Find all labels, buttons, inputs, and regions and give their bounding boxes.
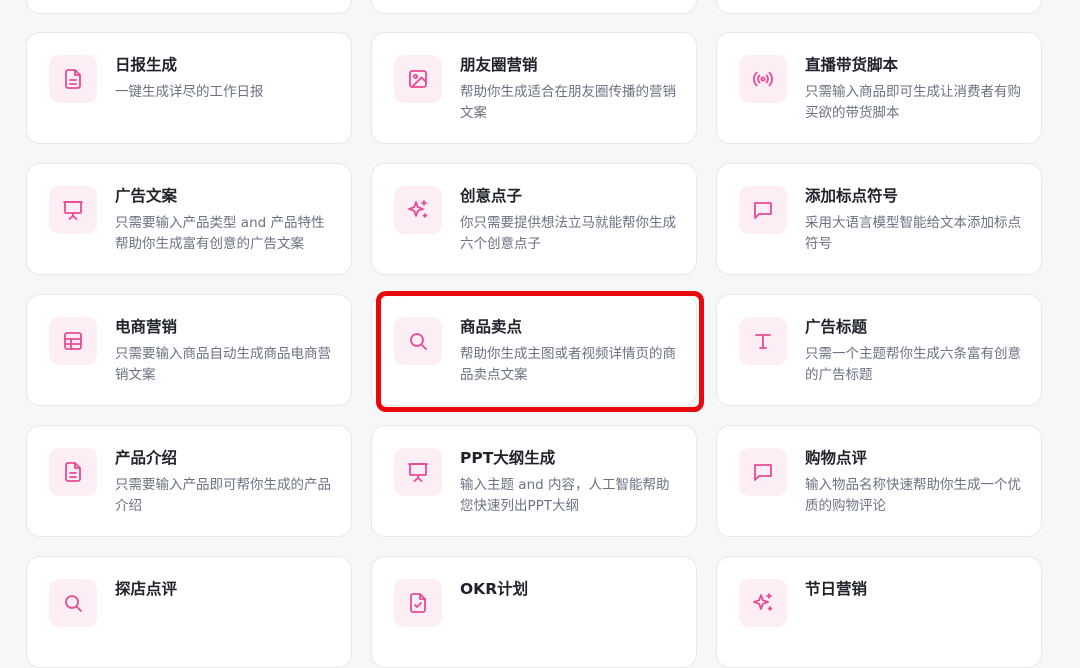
- card-description: 只需要输入产品类型 and 产品特性帮助你生成富有创意的广告文案: [115, 215, 325, 252]
- card-okr-plan[interactable]: OKR计划: [371, 556, 697, 668]
- card-title: 商品卖点: [460, 318, 523, 336]
- card-product-selling-points[interactable]: 商品卖点 帮助你生成主图或者视频详情页的商品卖点文案: [371, 294, 697, 406]
- presentation-icon: [394, 448, 442, 496]
- card-title: 探店点评: [115, 580, 178, 598]
- card-description: 输入主题 and 内容，人工智能帮助您快速列出PPT大纲: [460, 477, 670, 514]
- grid-icon: [49, 317, 97, 365]
- message-icon: [739, 186, 787, 234]
- card-shopping-review[interactable]: 购物点评 输入物品名称快速帮助你生成一个优质的购物评论: [716, 425, 1042, 537]
- card-ad-title[interactable]: 广告标题 只需一个主题帮你生成六条富有创意的广告标题: [716, 294, 1042, 406]
- card-holiday-marketing[interactable]: 节日营销: [716, 556, 1042, 668]
- card-description: 输入物品名称快速帮助你生成一个优质的购物评论: [805, 477, 1021, 514]
- card-title: 朋友圈营销: [460, 56, 538, 74]
- card-ecommerce-marketing[interactable]: 电商营销 只需要输入商品自动生成商品电商营销文案: [26, 294, 352, 406]
- card-livestream-script[interactable]: 直播带货脚本 只需输入商品即可生成让消费者有购买欲的带货脚本: [716, 32, 1042, 144]
- search-icon: [394, 317, 442, 365]
- card-description: 只需输入商品即可生成让消费者有购买欲的带货脚本: [805, 84, 1021, 121]
- card-daily-report[interactable]: 日报生成 一键生成详尽的工作日报: [26, 32, 352, 144]
- card-title: 广告标题: [805, 318, 868, 336]
- card-title: OKR计划: [460, 580, 529, 598]
- card-add-punctuation[interactable]: 添加标点符号 采用大语言模型智能给文本添加标点符号: [716, 163, 1042, 275]
- card-title: 直播带货脚本: [805, 56, 899, 74]
- card-product-intro[interactable]: 产品介绍 只需要输入产品即可帮你生成的产品介绍: [26, 425, 352, 537]
- card-title: 电商营销: [115, 318, 178, 336]
- card-ad-copy[interactable]: 广告文案 只需要输入产品类型 and 产品特性帮助你生成富有创意的广告文案: [26, 163, 352, 275]
- card-title: 添加标点符号: [805, 187, 899, 205]
- card-description: 帮助你生成主图或者视频详情页的商品卖点文案: [460, 346, 676, 383]
- card-store-review[interactable]: 探店点评: [26, 556, 352, 668]
- card-partial[interactable]: [371, 0, 697, 14]
- checklist-icon: [394, 579, 442, 627]
- card-title: 节日营销: [805, 580, 868, 598]
- card-description: 只需要输入商品自动生成商品电商营销文案: [115, 346, 331, 383]
- document-icon: [49, 55, 97, 103]
- card-title: 日报生成: [115, 56, 178, 74]
- card-description: 你只需要提供想法立马就能帮你生成六个创意点子: [460, 215, 676, 252]
- card-description: 一键生成详尽的工作日报: [115, 84, 264, 100]
- card-title: PPT大纲生成: [460, 449, 556, 467]
- sparkles-icon: [739, 579, 787, 627]
- card-title: 广告文案: [115, 187, 178, 205]
- card-title: 购物点评: [805, 449, 868, 467]
- card-partial[interactable]: [716, 0, 1042, 14]
- card-description: 只需一个主题帮你生成六条富有创意的广告标题: [805, 346, 1021, 383]
- card-moments-marketing[interactable]: 朋友圈营销 帮助你生成适合在朋友圈传播的营销文案: [371, 32, 697, 144]
- card-ppt-outline[interactable]: PPT大纲生成 输入主题 and 内容，人工智能帮助您快速列出PPT大纲: [371, 425, 697, 537]
- card-creative-ideas[interactable]: 创意点子 你只需要提供想法立马就能帮你生成六个创意点子: [371, 163, 697, 275]
- card-description: 只需要输入产品即可帮你生成的产品介绍: [115, 477, 331, 514]
- card-title: 产品介绍: [115, 449, 178, 467]
- presentation-icon: [49, 186, 97, 234]
- broadcast-icon: [739, 55, 787, 103]
- card-description: 采用大语言模型智能给文本添加标点符号: [805, 215, 1021, 252]
- type-icon: [739, 317, 787, 365]
- card-partial[interactable]: [26, 0, 352, 14]
- card-title: 创意点子: [460, 187, 523, 205]
- image-icon: [394, 55, 442, 103]
- sparkles-icon: [394, 186, 442, 234]
- search-icon: [49, 579, 97, 627]
- document-icon: [49, 448, 97, 496]
- card-description: 帮助你生成适合在朋友圈传播的营销文案: [460, 84, 676, 121]
- message-icon: [739, 448, 787, 496]
